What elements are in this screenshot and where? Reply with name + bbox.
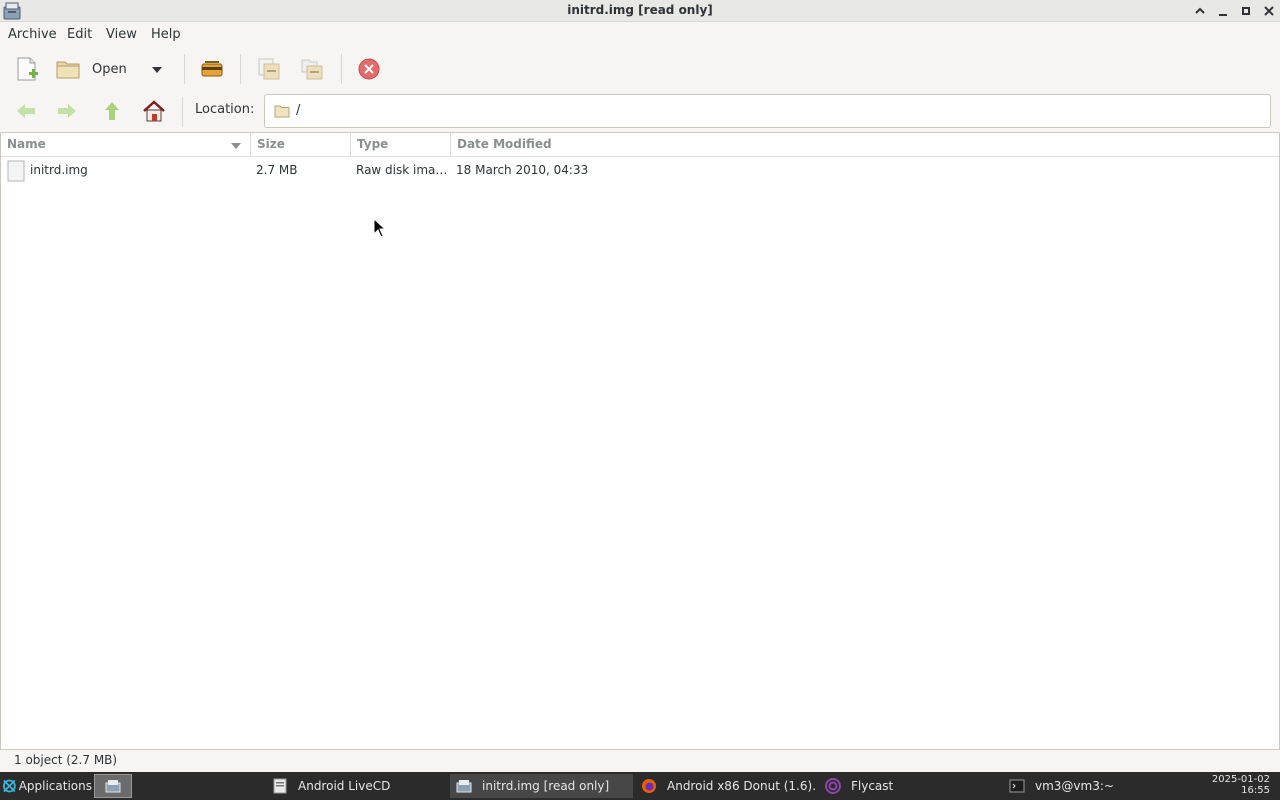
open-button[interactable]: Open [53,54,133,84]
restore-icon[interactable] [1238,3,1254,19]
clock-time: 16:55 [1241,785,1270,796]
home-button[interactable] [140,97,168,125]
taskbar-item-android-livecd[interactable]: Android LiveCD [266,774,448,798]
document-icon [273,778,287,794]
archive-manager-icon [105,780,121,793]
column-date-label: Date Modified [457,137,552,151]
folder-icon [274,105,290,118]
show-desktop-button[interactable] [94,774,132,798]
column-header-type[interactable]: Type [351,133,451,157]
extract-button[interactable] [197,54,227,84]
toolbar-separator [240,54,241,84]
toolbar-separator [341,54,342,84]
add-files-icon [258,58,280,80]
sort-descending-icon [231,143,241,149]
clock-date: 2025-01-02 [1211,774,1270,785]
file-type: Raw disk ima… [356,163,448,177]
open-label: Open [92,61,127,77]
column-header-size[interactable]: Size [251,133,351,157]
new-archive-button[interactable] [12,54,42,84]
up-arrow-icon [105,102,119,120]
status-text: 1 object (2.7 MB) [14,753,118,767]
window-title: initrd.img [read only] [567,3,713,17]
toolbar-separator [182,97,183,127]
toolbar-separator [184,54,185,84]
file-date-modified: 18 March 2010, 04:33 [456,163,589,177]
new-archive-icon [17,57,38,81]
column-name-label: Name [7,137,46,151]
close-icon[interactable] [1261,3,1277,19]
location-field[interactable]: / [264,94,1271,128]
clock[interactable]: 2025-01-02 16:55 [1212,774,1270,796]
minimize-icon[interactable] [1215,3,1231,19]
column-header-name[interactable]: Name [1,133,251,157]
column-size-label: Size [257,137,285,151]
stop-button[interactable] [354,54,384,84]
terminal-icon [1009,779,1025,793]
file-icon [7,160,25,182]
applications-menu-button[interactable]: Applications [0,774,92,798]
taskbar-item-initrd[interactable]: initrd.img [read only] [450,774,633,798]
firefox-icon [642,779,656,793]
column-type-label: Type [357,137,389,151]
menu-edit[interactable]: Edit [67,27,92,42]
open-folder-icon [56,61,80,79]
flycast-icon [825,778,841,794]
taskbar-item-flycast[interactable]: Flycast [819,774,1001,798]
taskbar-item-android-donut[interactable]: Android x86 Donut (1.6)… [635,774,817,798]
applications-menu-icon [2,779,16,793]
forward-arrow-icon [58,104,76,118]
file-name: initrd.img [30,163,88,177]
add-folder-button[interactable] [297,54,327,84]
menu-view[interactable]: View [106,27,137,42]
up-button[interactable] [98,97,126,125]
toolbar: Open [0,46,1280,92]
add-files-button[interactable] [254,54,284,84]
column-header-date[interactable]: Date Modified [451,133,1279,157]
table-row[interactable]: initrd.img 2.7 MB Raw disk ima… 18 March… [2,158,1279,182]
taskbar: Applications Android LiveCD initrd.img [… [0,772,1280,800]
open-dropdown-button[interactable] [146,60,168,80]
task-label: Android LiveCD [298,779,391,793]
home-icon [143,100,165,122]
status-bar: 1 object (2.7 MB) [0,750,1280,772]
applications-label: Applications [18,779,92,793]
menu-help[interactable]: Help [151,27,181,42]
menu-bar: Archive Edit View Help [0,22,1280,46]
mouse-cursor-icon [373,218,387,238]
location-label: Location: [195,102,255,117]
title-bar: initrd.img [read only] [0,0,1280,22]
task-label: Flycast [851,779,894,793]
task-label: vm3@vm3:~ [1035,779,1114,793]
back-arrow-icon [17,104,35,118]
task-label: initrd.img [read only] [482,779,610,793]
file-size: 2.7 MB [256,163,298,177]
extract-icon [201,61,223,77]
add-folder-icon [301,59,323,80]
dropdown-arrow-icon [152,67,162,73]
stop-icon [358,58,380,80]
back-button[interactable] [12,97,40,125]
location-bar: Location: / [0,92,1280,132]
menu-archive[interactable]: Archive [8,27,57,42]
forward-button[interactable] [53,97,81,125]
taskbar-item-terminal[interactable]: vm3@vm3:~ [1003,774,1185,798]
task-label: Android x86 Donut (1.6)… [667,779,817,793]
location-path: / [296,103,301,118]
archive-icon [456,780,472,793]
file-list: Name Size Type Date Modified initrd.img … [0,132,1280,750]
maximize-icon[interactable] [1192,3,1208,19]
